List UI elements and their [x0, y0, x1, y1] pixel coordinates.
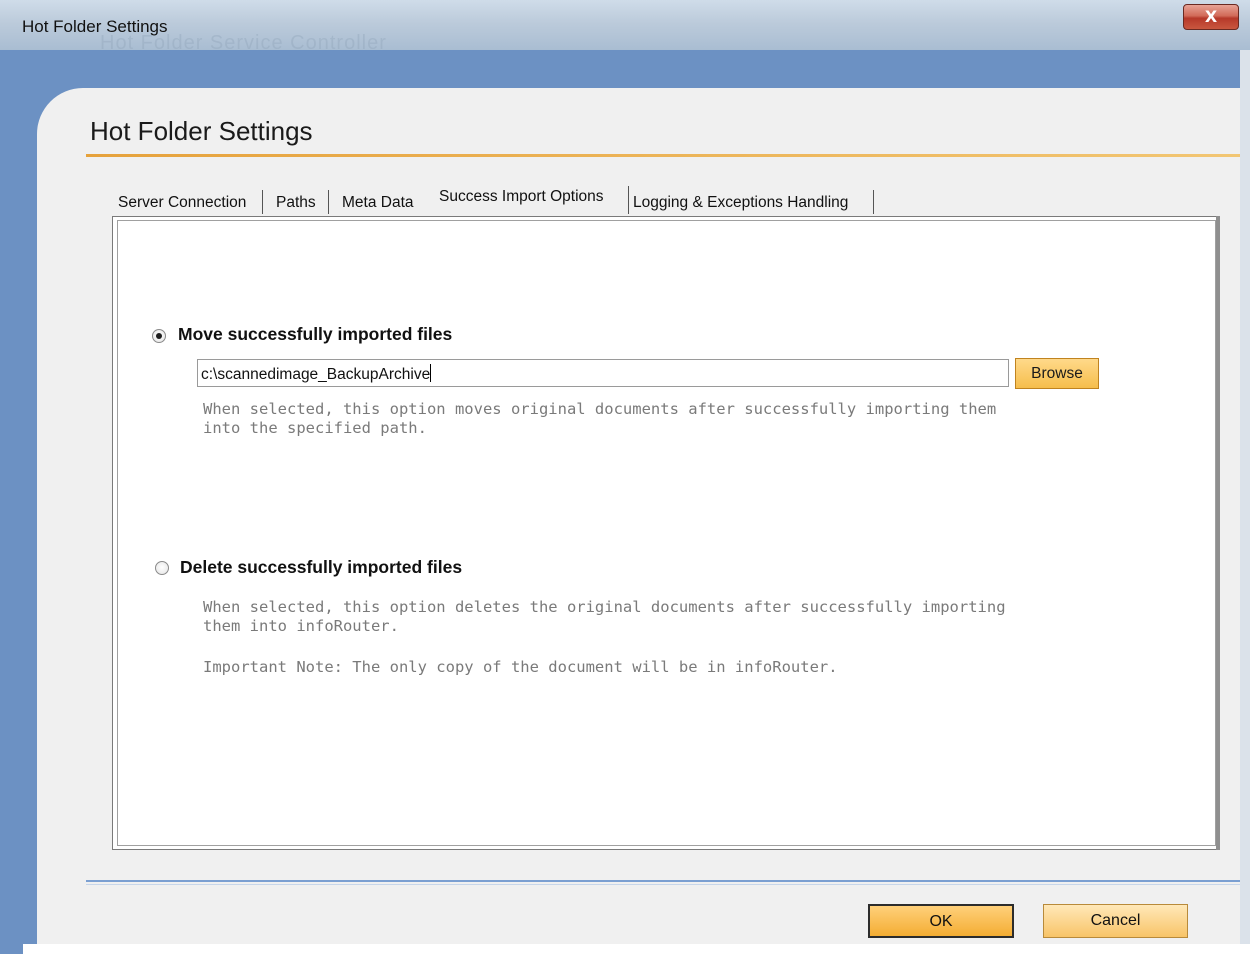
delete-files-radio[interactable]	[155, 561, 169, 575]
backup-path-input[interactable]: c:\scannedimage_BackupArchive	[197, 359, 1009, 387]
backup-path-value: c:\scannedimage_BackupArchive	[201, 366, 431, 383]
tab-server-connection[interactable]: Server Connection	[112, 187, 263, 217]
footer-divider-highlight	[86, 884, 1240, 885]
browse-button[interactable]: Browse	[1015, 358, 1099, 389]
heading-divider	[86, 154, 1240, 157]
cancel-button[interactable]: Cancel	[1043, 904, 1188, 938]
tab-success-import-options[interactable]: Success Import Options	[425, 183, 629, 216]
tab-label: Paths	[276, 194, 316, 211]
tab-label: Meta Data	[342, 194, 414, 211]
dialog-window: Hot Folder Service Controller Hot Folder…	[0, 0, 1250, 954]
radio-selected-dot	[156, 333, 162, 339]
move-description-line-2: into the specified path.	[203, 419, 427, 437]
title-bar[interactable]: Hot Folder Service Controller Hot Folder…	[0, 0, 1250, 54]
right-window-edge	[1240, 50, 1250, 954]
tab-meta-data[interactable]: Meta Data	[329, 187, 425, 217]
move-files-label[interactable]: Move successfully imported files	[178, 324, 452, 345]
delete-description-line-1: When selected, this option deletes the o…	[203, 598, 1006, 616]
delete-files-label[interactable]: Delete successfully imported files	[180, 557, 462, 578]
tab-paths[interactable]: Paths	[263, 187, 329, 217]
tab-label: Logging & Exceptions Handling	[633, 194, 849, 211]
tab-panel-inner	[117, 220, 1216, 846]
panel-edge	[1216, 216, 1220, 850]
dialog-heading: Hot Folder Settings	[90, 116, 313, 146]
move-files-radio[interactable]	[152, 329, 166, 343]
ok-button[interactable]: OK	[868, 904, 1014, 938]
tab-label: Server Connection	[118, 194, 247, 211]
move-description-line-1: When selected, this option moves origina…	[203, 400, 997, 418]
close-icon: X	[1204, 7, 1218, 26]
tab-logging-exceptions[interactable]: Logging & Exceptions Handling	[629, 187, 874, 217]
window-title: Hot Folder Settings	[22, 17, 168, 36]
close-button[interactable]: X	[1183, 4, 1239, 30]
tab-separator	[873, 190, 874, 214]
text-caret	[430, 364, 432, 382]
important-note: Important Note: The only copy of the doc…	[203, 658, 838, 676]
tab-label: Success Import Options	[439, 188, 604, 205]
footer-divider	[86, 880, 1240, 882]
delete-description-line-2: them into infoRouter.	[203, 617, 399, 635]
window-bottom-edge	[23, 944, 1250, 954]
